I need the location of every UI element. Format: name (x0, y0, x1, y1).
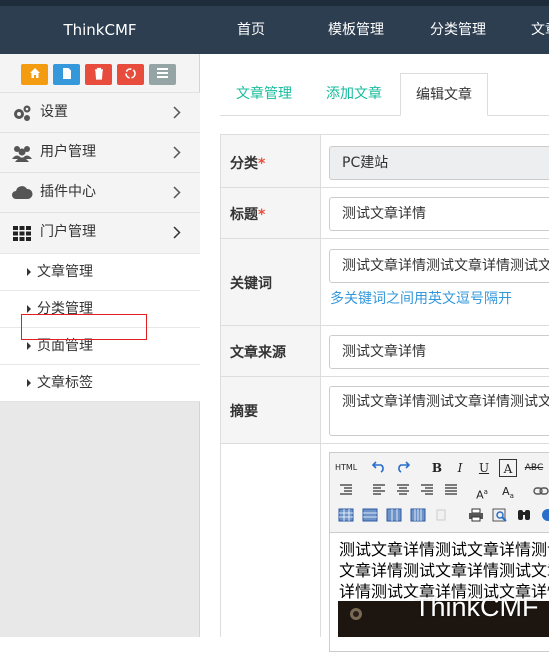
indent-icon[interactable] (337, 483, 355, 501)
chevron-right-icon (173, 226, 181, 239)
menu-item-plugin-center[interactable]: 插件中心 (0, 172, 200, 212)
source-input[interactable]: 测试文章详情 (329, 335, 549, 369)
menu-item-user-management[interactable]: 用户管理 (0, 132, 200, 172)
top-navbar: ThinkCMF 首页 模板管理 分类管理 文章 (0, 0, 549, 54)
tab-bar: 文章管理 添加文章 编辑文章 (220, 73, 549, 116)
home-icon (29, 68, 40, 78)
submenu-item-article-management[interactable]: 文章管理 (0, 253, 200, 290)
caret-right-icon (27, 342, 31, 350)
list-icon (157, 68, 168, 78)
tab-add-article[interactable]: 添加文章 (326, 73, 382, 116)
category-select[interactable]: PC建站 (329, 146, 549, 180)
category-label: 分类* (230, 156, 266, 172)
row-label-cell: 标题* (221, 188, 321, 238)
insert-row-icon[interactable] (361, 508, 379, 526)
submenu-label: 文章标签 (37, 375, 93, 391)
menu-item-label: 设置 (40, 104, 68, 120)
caret-right-icon (27, 305, 31, 313)
chevron-right-icon (173, 146, 181, 159)
merge-cells-icon[interactable] (409, 508, 427, 526)
form-row-source: 文章来源 测试文章详情 (220, 325, 549, 376)
chevron-right-icon (173, 186, 181, 199)
summary-label: 摘要 (230, 404, 258, 420)
keywords-help-text: 多关键词之间用英文逗号隔开 (330, 291, 512, 307)
trash-icon (94, 67, 103, 80)
caret-right-icon (27, 268, 31, 276)
undo-icon[interactable] (370, 459, 388, 477)
cloud-icon (12, 186, 33, 199)
nav-article[interactable]: 文章 (531, 6, 549, 54)
clear-format-icon[interactable] (432, 508, 450, 526)
submenu-item-article-tags[interactable]: 文章标签 (0, 364, 200, 402)
align-center-icon[interactable] (394, 483, 412, 501)
title-input[interactable]: 测试文章详情 (329, 197, 549, 231)
menu-item-settings[interactable]: 设置 (0, 92, 200, 132)
keywords-label: 关键词 (230, 276, 272, 292)
superscript-icon[interactable]: Aa (473, 483, 491, 502)
nav-category-management[interactable]: 分类管理 (430, 6, 486, 54)
file-shortcut-button[interactable] (53, 64, 80, 85)
watermark-text: ThinkCMF (414, 592, 539, 622)
font-border-icon[interactable]: A (499, 459, 517, 477)
grid-icon (13, 226, 31, 241)
print-icon[interactable] (467, 508, 485, 526)
list-shortcut-button[interactable] (149, 64, 176, 85)
shortcut-bar (0, 54, 199, 94)
keywords-input[interactable]: 测试文章详情测试文章详情测试文 (329, 249, 549, 283)
active-item-highlight (21, 314, 147, 340)
strikethrough-icon[interactable]: ABC (523, 459, 545, 477)
editor-line: 文章详情测试文章详情测试文章 (339, 561, 549, 580)
justify-icon[interactable] (442, 483, 460, 501)
home-shortcut-button[interactable] (21, 64, 48, 85)
image-logo-icon (350, 608, 362, 620)
chevron-right-icon (173, 106, 181, 119)
underline-icon[interactable]: U (475, 459, 493, 477)
bold-icon[interactable]: B (428, 459, 446, 477)
summary-textarea[interactable]: 测试文章详情测试文章详情测试文 (329, 386, 549, 436)
nav-home[interactable]: 首页 (237, 6, 265, 54)
form-row-category: 分类* PC建站 (220, 134, 549, 187)
recycle-shortcut-button[interactable] (117, 64, 144, 85)
form-row-keywords: 关键词 测试文章详情测试文章详情测试文 多关键词之间用英文逗号隔开 (220, 238, 549, 325)
form-row-title: 标题* 测试文章详情 (220, 187, 549, 238)
nav-template-management[interactable]: 模板管理 (328, 6, 384, 54)
source-label: 文章来源 (230, 345, 286, 361)
caret-right-icon (27, 379, 31, 387)
link-icon[interactable] (532, 483, 549, 501)
table-icon[interactable] (337, 508, 355, 526)
menu-item-label: 插件中心 (40, 184, 96, 200)
menu-item-portal-management[interactable]: 门户管理 (0, 212, 200, 253)
title-label: 标题* (230, 207, 266, 223)
form-row-summary: 摘要 测试文章详情测试文章详情测试文 (220, 376, 549, 443)
file-icon (62, 68, 71, 79)
row-label-cell: 摘要 (221, 377, 321, 443)
tab-edit-article[interactable]: 编辑文章 (400, 73, 488, 116)
html-source-button[interactable]: HTML (335, 459, 357, 477)
menu-item-label: 门户管理 (40, 224, 96, 240)
align-left-icon[interactable] (370, 483, 388, 501)
row-label-cell: 关键词 (221, 239, 321, 325)
italic-icon[interactable]: I (451, 459, 469, 477)
users-icon (12, 146, 32, 162)
recycle-icon (125, 68, 136, 79)
row-label-cell: 文章来源 (221, 326, 321, 376)
help-icon[interactable] (539, 508, 549, 526)
gears-icon (14, 105, 31, 121)
tab-article-management[interactable]: 文章管理 (236, 73, 292, 116)
row-label-cell (221, 444, 321, 637)
row-label-cell: 分类* (221, 135, 321, 187)
align-right-icon[interactable] (418, 483, 436, 501)
editor-toolbar: HTML B I U A ABC Aa Aa (330, 453, 549, 533)
search-replace-icon[interactable] (515, 508, 533, 526)
insert-col-icon[interactable] (385, 508, 403, 526)
preview-icon[interactable] (491, 508, 509, 526)
trash-shortcut-button[interactable] (85, 64, 112, 85)
sidebar: 设置 用户管理 插件中心 门户管理 文章管理 分类管理 页面管理 文章标签 (0, 54, 200, 637)
brand-logo[interactable]: ThinkCMF (0, 6, 200, 54)
menu-item-label: 用户管理 (40, 144, 96, 160)
submenu-label: 文章管理 (37, 264, 93, 280)
editor-line: 测试文章详情测试文章详情测试 (339, 540, 549, 559)
redo-icon[interactable] (394, 459, 412, 477)
subscript-icon[interactable]: Aa (499, 483, 517, 501)
